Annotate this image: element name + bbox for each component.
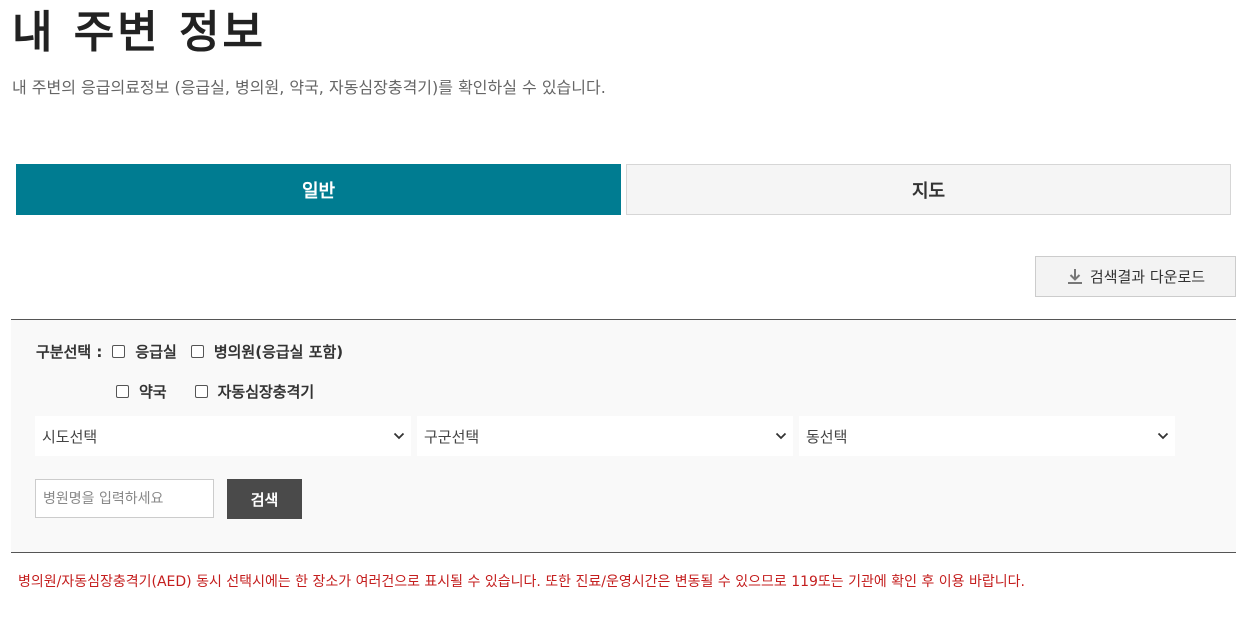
download-icon — [1066, 267, 1084, 287]
checkbox-label-hospital[interactable]: 병의원(응급실 포함) — [214, 341, 343, 362]
chevron-down-icon — [393, 432, 405, 440]
checkbox-pharmacy[interactable] — [116, 384, 129, 398]
checkbox-label-aed[interactable]: 자동심장충격기 — [218, 381, 315, 402]
gugun-select[interactable]: 구군선택 — [417, 416, 793, 456]
download-results-label: 검색결과 다운로드 — [1089, 268, 1206, 286]
checkbox-hospital[interactable] — [190, 344, 204, 358]
chevron-down-icon — [775, 432, 787, 440]
page-title: 내 주변 정보 — [12, 7, 267, 58]
search-filter-panel: 구분선택 : 응급실 병의원(응급실 포함) 약국 자동심장충격기 시도선택 구… — [11, 319, 1236, 553]
view-tabs: 일반 지도 — [16, 164, 1231, 215]
page: 내 주변 정보 내 주변의 응급의료정보 (응급실, 병의원, 약국, 자동심장… — [0, 0, 1252, 625]
search-button[interactable]: 검색 — [227, 479, 302, 519]
category-row-1: 구분선택 : 응급실 병의원(응급실 포함) — [36, 340, 357, 362]
gugun-select-value: 구군선택 — [424, 427, 480, 446]
tab-general[interactable]: 일반 — [16, 164, 621, 215]
dong-select[interactable]: 동선택 — [799, 416, 1175, 456]
checkbox-label-pharmacy[interactable]: 약국 — [139, 381, 167, 402]
sido-select[interactable]: 시도선택 — [35, 416, 411, 456]
category-label: 구분선택 : — [36, 342, 103, 361]
chevron-down-icon — [1157, 432, 1169, 440]
hospital-name-input[interactable] — [35, 479, 214, 518]
download-results-button[interactable]: 검색결과 다운로드 — [1035, 256, 1236, 297]
checkbox-aed[interactable] — [194, 384, 208, 398]
notice-text: 병의원/자동심장충격기(AED) 동시 선택시에는 한 장소가 여러건으로 표시… — [18, 574, 1025, 590]
dong-select-value: 동선택 — [806, 427, 848, 446]
checkbox-emergency-room[interactable] — [112, 344, 126, 358]
checkbox-label-emergency-room[interactable]: 응급실 — [135, 341, 176, 362]
page-description: 내 주변의 응급의료정보 (응급실, 병의원, 약국, 자동심장충격기)를 확인… — [12, 78, 606, 97]
sido-select-value: 시도선택 — [42, 427, 98, 446]
tab-map[interactable]: 지도 — [626, 164, 1231, 215]
category-row-2: 약국 자동심장충격기 — [116, 380, 328, 402]
